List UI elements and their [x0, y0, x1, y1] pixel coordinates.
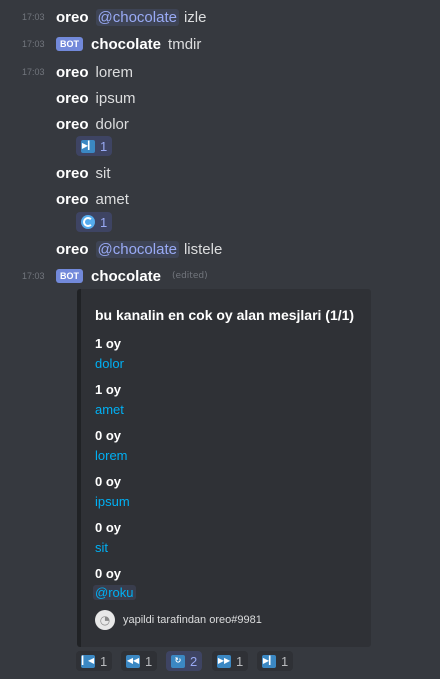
embed-field-name: 0 oy — [95, 428, 122, 443]
timestamp: 17:03 — [22, 39, 45, 49]
message-text: dolor — [95, 115, 129, 133]
user-mention[interactable]: @chocolate — [95, 8, 179, 26]
author-name[interactable]: oreo — [56, 116, 89, 133]
rich-embed: bu kanalin en cok oy alan mesjlari (1/1)… — [77, 289, 371, 647]
footer-text: yapildi tarafindan oreo#9981 — [123, 614, 262, 626]
reaction-count: 1 — [281, 653, 289, 669]
reaction-count: 2 — [190, 653, 198, 669]
edited-label: (edited) — [172, 271, 208, 281]
bot-badge: BOT — [56, 269, 83, 283]
message-text: izle — [183, 8, 207, 26]
reaction-count: 1 — [100, 653, 108, 669]
author-name[interactable]: chocolate — [91, 36, 161, 53]
embed-field-value: lorem — [95, 448, 128, 463]
last-page-button[interactable]: ▶▎ 1 — [257, 651, 294, 671]
embed-field-name: 0 oy — [95, 474, 122, 489]
author-name[interactable]: oreo — [56, 90, 89, 107]
previous-page-icon: ◀◀ — [126, 654, 140, 668]
timestamp: 17:03 — [22, 271, 45, 281]
next-page-button[interactable]: ▶▶ 1 — [212, 651, 249, 671]
first-page-button[interactable]: ▎◀ 1 — [76, 651, 113, 671]
embed-field-name: 1 oy — [95, 336, 122, 351]
next-page-icon: ▶▶ — [217, 654, 231, 668]
cyclone-icon — [81, 215, 95, 229]
embed-field-value: amet — [95, 402, 124, 417]
timestamp: 17:03 — [22, 12, 45, 22]
reaction-count: 1 — [100, 214, 108, 230]
previous-page-button[interactable]: ◀◀ 1 — [121, 651, 158, 671]
embed-field-name: 0 oy — [95, 520, 122, 535]
reaction-count: 1 — [100, 138, 108, 154]
message-text: tmdir — [168, 35, 202, 53]
embed-field-name: 0 oy — [95, 566, 122, 581]
author-name[interactable]: oreo — [56, 241, 89, 258]
embed-field-name: 1 oy — [95, 382, 122, 397]
embed-field-value: sit — [95, 540, 108, 555]
embed-title: bu kanalin en cok oy alan mesjlari (1/1) — [95, 307, 355, 323]
refresh-icon: ↻ — [171, 654, 185, 668]
next-track-icon: ▶▎ — [81, 139, 95, 153]
user-mention[interactable]: @chocolate — [95, 240, 179, 258]
reaction-count: 1 — [145, 653, 153, 669]
reaction-count: 1 — [236, 653, 244, 669]
user-mention[interactable]: @roku — [93, 585, 136, 600]
avatar: ◔ — [95, 610, 115, 630]
refresh-button[interactable]: ↻ 2 — [166, 651, 203, 671]
first-page-icon: ▎◀ — [81, 654, 95, 668]
author-name[interactable]: oreo — [56, 165, 89, 182]
author-name[interactable]: chocolate — [91, 268, 161, 285]
timestamp: 17:03 — [22, 67, 45, 77]
bot-badge: BOT — [56, 37, 83, 51]
reaction-button[interactable]: 1 — [76, 212, 113, 232]
message-text: lorem — [95, 63, 134, 81]
reaction-button[interactable]: ▶▎ 1 — [76, 136, 113, 156]
author-name[interactable]: oreo — [56, 64, 89, 81]
embed-footer: ◔ yapildi tarafindan oreo#9981 — [95, 610, 262, 630]
chat-view: 17:03 oreo @chocolate izle 17:03 BOT cho… — [0, 0, 440, 679]
message-text: amet — [95, 190, 129, 208]
message-text: sit — [95, 164, 111, 182]
embed-field-value: dolor — [95, 356, 124, 371]
last-page-icon: ▶▎ — [262, 654, 276, 668]
embed-field-value: ipsum — [95, 494, 130, 509]
message-text: listele — [183, 240, 223, 258]
author-name[interactable]: oreo — [56, 9, 89, 26]
author-name[interactable]: oreo — [56, 191, 89, 208]
message-text: ipsum — [95, 89, 136, 107]
